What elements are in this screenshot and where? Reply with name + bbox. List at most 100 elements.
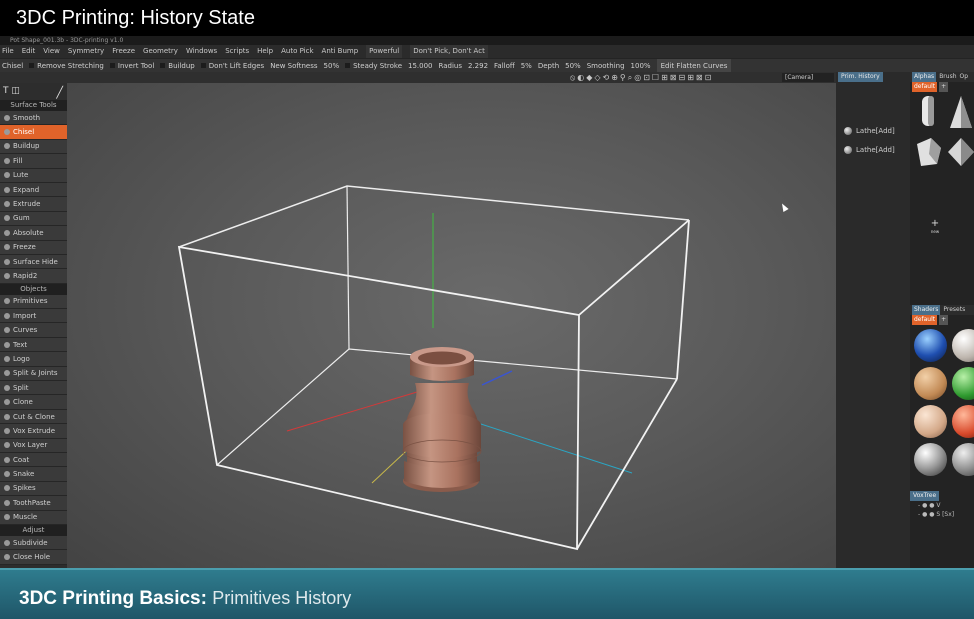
tool-absolute[interactable]: Absolute — [0, 226, 67, 241]
tab-op[interactable]: Op — [960, 72, 969, 82]
buildup-checkbox[interactable]: Buildup — [160, 59, 194, 72]
voxtree-item[interactable]: - ● ● S [Sx] — [910, 510, 974, 519]
tool-subdivide[interactable]: Subdivide — [0, 535, 67, 551]
new-softness-label[interactable]: New Softness — [270, 59, 317, 72]
steady-stroke-value[interactable]: 15.000 — [408, 59, 433, 72]
depth-value[interactable]: 50% — [565, 59, 581, 72]
skin-shader-icon[interactable] — [914, 405, 947, 438]
smoothing-label[interactable]: Smoothing — [587, 59, 625, 72]
tool-clone[interactable]: Clone — [0, 395, 67, 410]
tool-vox-layer[interactable]: Vox Layer — [0, 438, 67, 453]
menu-item-freeze[interactable]: Freeze — [112, 45, 135, 58]
remove-stretching-checkbox[interactable]: Remove Stretching — [29, 59, 104, 72]
dont-lift-edges-checkbox[interactable]: Don't Lift Edges — [201, 59, 264, 72]
caption-text: 3DC Printing Basics: Primitives History — [19, 588, 351, 610]
default-tag[interactable]: default — [912, 82, 938, 92]
menu-item-anti-bump[interactable]: Anti Bump — [322, 45, 359, 58]
tool-split[interactable]: Split — [0, 381, 67, 396]
softness-value[interactable]: 50% — [324, 59, 340, 72]
invert-tool-checkbox[interactable]: Invert Tool — [110, 59, 154, 72]
snake-icon — [4, 471, 10, 478]
clay-shader-icon[interactable] — [952, 329, 974, 362]
tool-smooth[interactable]: Smooth — [0, 111, 67, 126]
add-shader-icon[interactable]: + — [939, 315, 949, 325]
text-tool-icon[interactable]: T ◫ — [3, 86, 20, 96]
depth-label[interactable]: Depth — [538, 59, 559, 72]
octa-alpha-icon[interactable] — [946, 134, 974, 170]
history-item[interactable]: Lathe[Add] — [844, 127, 895, 135]
wax-shader-icon[interactable] — [914, 367, 947, 400]
smoothing-value[interactable]: 100% — [631, 59, 651, 72]
tab-prim-history[interactable]: Prim. History — [838, 72, 883, 82]
menu-item-powerful[interactable]: Powerful — [366, 45, 403, 58]
tool-import[interactable]: Import — [0, 309, 67, 324]
menu-item-geometry[interactable]: Geometry — [143, 45, 178, 58]
radius-label[interactable]: Radius — [439, 59, 462, 72]
primitives-icon — [4, 298, 10, 305]
history-item-label: Lathe[Add] — [856, 146, 895, 154]
cube-alpha-icon[interactable] — [913, 134, 943, 170]
glass-shader-icon[interactable] — [914, 329, 947, 362]
radius-value[interactable]: 2.292 — [468, 59, 488, 72]
tool-curves[interactable]: Curves — [0, 323, 67, 338]
menu-item-help[interactable]: Help — [257, 45, 273, 58]
camera-select[interactable]: [Camera] — [782, 73, 834, 82]
edit-curves-button[interactable]: Edit Flatten Curves — [656, 59, 732, 72]
menu-item-scripts[interactable]: Scripts — [225, 45, 249, 58]
tool-primitives[interactable]: Primitives — [0, 294, 67, 310]
menu-item-don-t-pick-don-t-act[interactable]: Don't Pick, Don't Act — [410, 45, 488, 58]
tool-rapid2[interactable]: Rapid2 — [0, 269, 67, 284]
brush-icon[interactable]: ╱ — [56, 84, 63, 101]
tool-freeze[interactable]: Freeze — [0, 240, 67, 255]
objects-list: Primitives Import Curves Text Logo Split & Jo… — [0, 294, 67, 525]
metal-shader-icon[interactable] — [952, 443, 974, 476]
steady-stroke-checkbox[interactable]: Steady Stroke — [345, 59, 402, 72]
tool-gum[interactable]: Gum — [0, 211, 67, 227]
tool-muscle[interactable]: Muscle — [0, 510, 67, 525]
red-shader-icon[interactable] — [952, 405, 974, 438]
green-shader-icon[interactable] — [952, 367, 974, 400]
falloff-label[interactable]: Falloff — [494, 59, 515, 72]
menu-item-symmetry[interactable]: Symmetry — [68, 45, 104, 58]
voxtree-item[interactable]: - ● ● V — [910, 501, 974, 510]
menu-item-auto-pick[interactable]: Auto Pick — [281, 45, 313, 58]
3d-viewport[interactable] — [67, 83, 836, 568]
tool-snake[interactable]: Snake — [0, 467, 67, 482]
tool-name[interactable]: Chisel — [2, 59, 23, 72]
tool-options-bar: Chisel Remove Stretching Invert Tool Bui… — [0, 58, 974, 72]
tool-coat[interactable]: Coat — [0, 452, 67, 468]
view-tools-icon[interactable]: ⦸◐◆◇⟲⊕⚲⌕◎⊡☐⊞⊠⊟⊞⊠⊡ — [570, 72, 713, 83]
tab-presets[interactable]: Presets — [943, 305, 965, 315]
cylinder-alpha-icon[interactable] — [913, 94, 943, 130]
menu-item-view[interactable]: View — [43, 45, 60, 58]
tab-voxtree[interactable]: VoxTree — [910, 491, 940, 501]
tool-logo[interactable]: Logo — [0, 352, 67, 367]
tool-close-hole[interactable]: Close Hole — [0, 550, 67, 565]
default-tag[interactable]: default — [912, 315, 938, 325]
menu-item-windows[interactable]: Windows — [186, 45, 217, 58]
tool-fill[interactable]: Fill — [0, 154, 67, 169]
falloff-value[interactable]: 5% — [521, 59, 532, 72]
tool-toothpaste[interactable]: ToothPaste — [0, 496, 67, 511]
tool-cut-clone[interactable]: Cut & Clone — [0, 409, 67, 425]
menu-item-edit[interactable]: Edit — [22, 45, 36, 58]
tool-spikes[interactable]: Spikes — [0, 481, 67, 497]
tool-split-joints[interactable]: Split & Joints — [0, 366, 67, 382]
menu-item-file[interactable]: File — [2, 45, 14, 58]
tool-lute[interactable]: Lute — [0, 168, 67, 183]
history-item[interactable]: Lathe[Add] — [844, 146, 895, 154]
tool-expand[interactable]: Expand — [0, 182, 67, 198]
chrome-shader-icon[interactable] — [914, 443, 947, 476]
tool-surface-hide[interactable]: Surface Hide — [0, 254, 67, 270]
add-preset-icon[interactable]: + — [939, 82, 949, 92]
tool-text[interactable]: Text — [0, 337, 67, 353]
new-alpha-button[interactable]: + new — [928, 219, 942, 236]
tool-extrude[interactable]: Extrude — [0, 197, 67, 212]
tool-buildup[interactable]: Buildup — [0, 139, 67, 155]
tab-alphas[interactable]: Alphas — [912, 72, 937, 82]
cone-alpha-icon[interactable] — [946, 94, 974, 130]
tab-shaders[interactable]: Shaders — [912, 305, 941, 315]
tab-brush[interactable]: Brush — [939, 72, 956, 82]
tool-vox-extrude[interactable]: Vox Extrude — [0, 424, 67, 439]
tool-chisel[interactable]: Chisel — [0, 125, 67, 140]
